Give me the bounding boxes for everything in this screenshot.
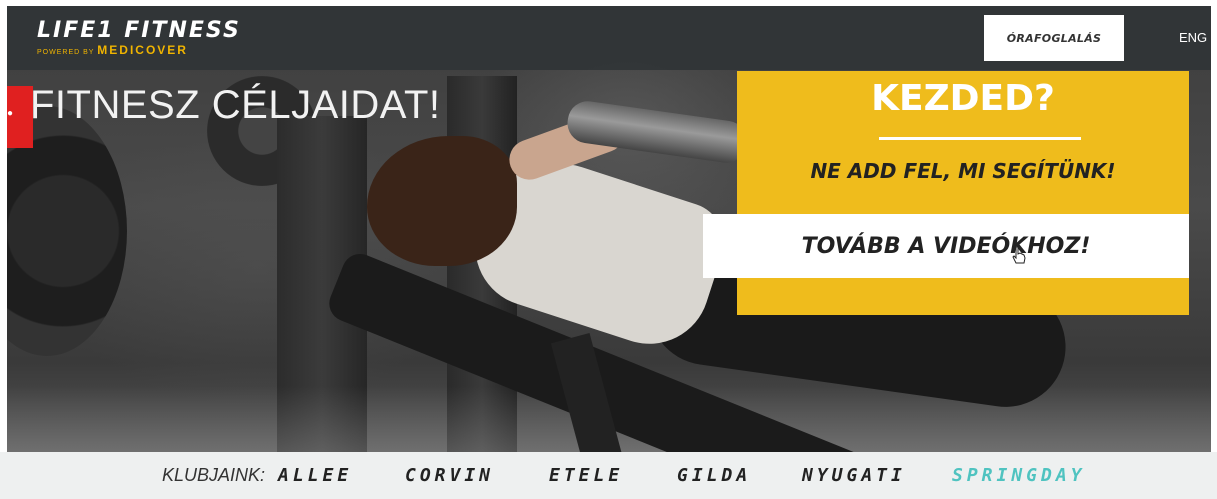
- videos-button[interactable]: TOVÁBB A VIDEÓKHOZ!: [703, 214, 1189, 278]
- hero-headline: FITNESZ CÉLJAIDAT!: [30, 83, 441, 127]
- logo-wordmark: LIFE1 FITNESS: [37, 18, 241, 43]
- logo-tagline: POWERED BY MEDICOVER: [37, 44, 188, 59]
- brand-logo[interactable]: LIFE1 FITNESS POWERED BY MEDICOVER: [37, 20, 257, 60]
- logo-powered: POWERED BY: [37, 49, 95, 56]
- club-link-nyugati[interactable]: NYUGATI: [802, 465, 906, 486]
- promo-title: KEZDED?: [871, 78, 1055, 119]
- club-link-etele[interactable]: ETELE: [549, 465, 623, 486]
- club-link-allee[interactable]: ALLEE: [278, 465, 352, 486]
- promo-divider: [879, 137, 1081, 140]
- club-link-gilda[interactable]: GILDA: [677, 465, 751, 486]
- athlete-hair-image: [367, 136, 517, 266]
- logo-brand: MEDICOVER: [97, 43, 188, 57]
- clubs-label: KLUBJAINK:: [162, 465, 266, 485]
- promo-subtitle: NE ADD FEL, MI SEGÍTÜNK!: [810, 159, 1116, 183]
- club-link-corvin[interactable]: CORVIN: [405, 465, 494, 486]
- top-navigation: LIFE1 FITNESS POWERED BY MEDICOVER ÓRAFO…: [7, 6, 1211, 70]
- book-class-button[interactable]: ÓRAFOGLALÁS: [984, 15, 1124, 61]
- language-switch[interactable]: ENG: [1179, 30, 1207, 45]
- side-tab-icon: ●: [7, 108, 14, 119]
- club-link-springday[interactable]: SPRINGDAY: [952, 465, 1086, 486]
- hand-cursor-icon: [1012, 246, 1026, 264]
- clubs-bar: KLUBJAINK: ALLEE CORVIN ETELE GILDA NYUG…: [0, 452, 1217, 499]
